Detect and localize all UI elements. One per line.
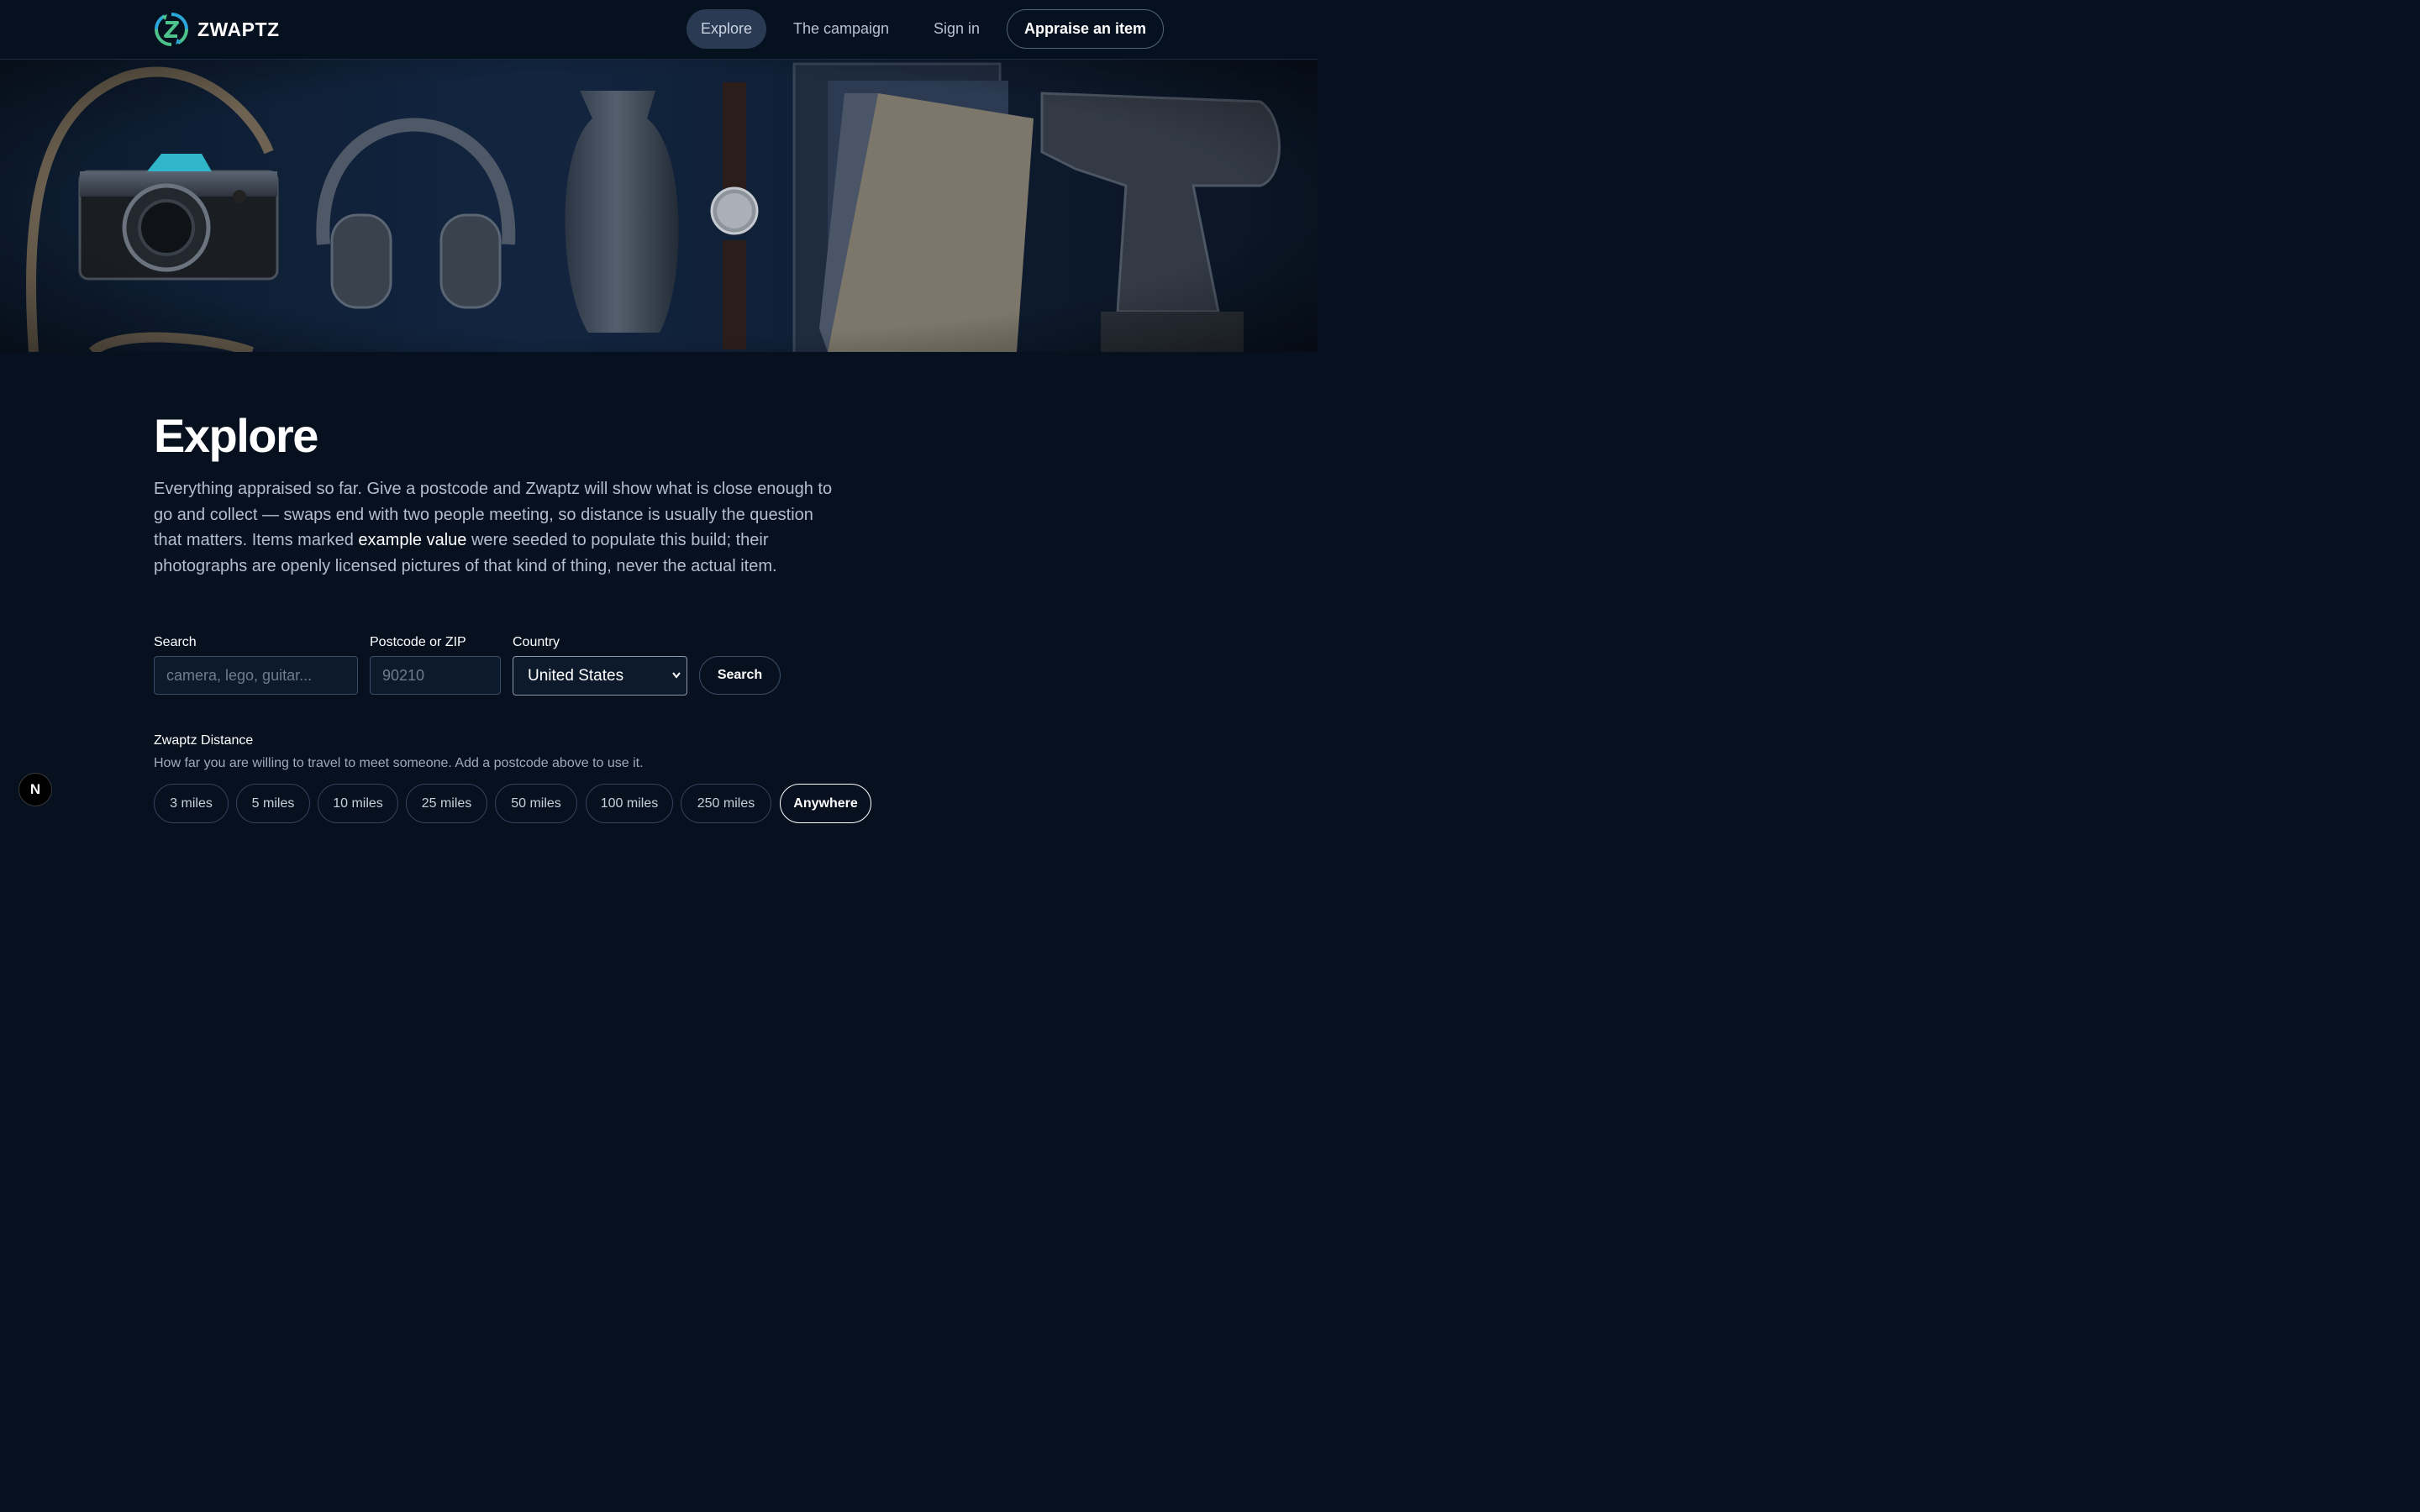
search-label: Search bbox=[154, 635, 197, 649]
chevron-down-icon bbox=[671, 657, 681, 710]
distance-option-250-miles[interactable]: 250 miles bbox=[681, 784, 771, 823]
example-value-highlight: example value bbox=[358, 531, 467, 549]
country-selected-value: United States bbox=[528, 667, 624, 685]
brand-logo[interactable]: ZWAPTZ bbox=[154, 12, 280, 47]
country-label: Country bbox=[513, 635, 560, 649]
distance-title: Zwaptz Distance bbox=[154, 733, 254, 748]
dev-tools-badge[interactable]: N bbox=[18, 773, 52, 806]
distance-option-5-miles[interactable]: 5 miles bbox=[236, 784, 310, 823]
country-select[interactable]: United States bbox=[513, 656, 687, 696]
hero-banner bbox=[0, 60, 1318, 352]
appraise-item-button[interactable]: Appraise an item bbox=[1007, 9, 1164, 49]
distance-help-text: How far you are willing to travel to mee… bbox=[154, 756, 644, 770]
distance-option-3-miles[interactable]: 3 miles bbox=[154, 784, 229, 823]
search-input[interactable] bbox=[154, 656, 358, 695]
brand-name: ZWAPTZ bbox=[197, 18, 280, 40]
distance-option-25-miles[interactable]: 25 miles bbox=[406, 784, 487, 823]
nav-sign-in[interactable]: Sign in bbox=[919, 9, 994, 49]
page-title: Explore bbox=[154, 409, 318, 462]
zwaptz-logo-icon bbox=[155, 13, 188, 46]
postcode-label: Postcode or ZIP bbox=[370, 635, 466, 649]
distance-option-50-miles[interactable]: 50 miles bbox=[495, 784, 577, 823]
top-nav: ZWAPTZ Explore The campaign Sign in Appr… bbox=[0, 0, 1318, 60]
search-button[interactable]: Search bbox=[699, 656, 781, 695]
distance-option-10-miles[interactable]: 10 miles bbox=[318, 784, 398, 823]
distance-option-anywhere[interactable]: Anywhere bbox=[780, 784, 871, 823]
page-intro: Everything appraised so far. Give a post… bbox=[154, 476, 839, 579]
nav-explore[interactable]: Explore bbox=[687, 9, 767, 49]
nav-campaign[interactable]: The campaign bbox=[779, 9, 903, 49]
distance-option-100-miles[interactable]: 100 miles bbox=[586, 784, 673, 823]
postcode-input[interactable] bbox=[370, 656, 501, 695]
